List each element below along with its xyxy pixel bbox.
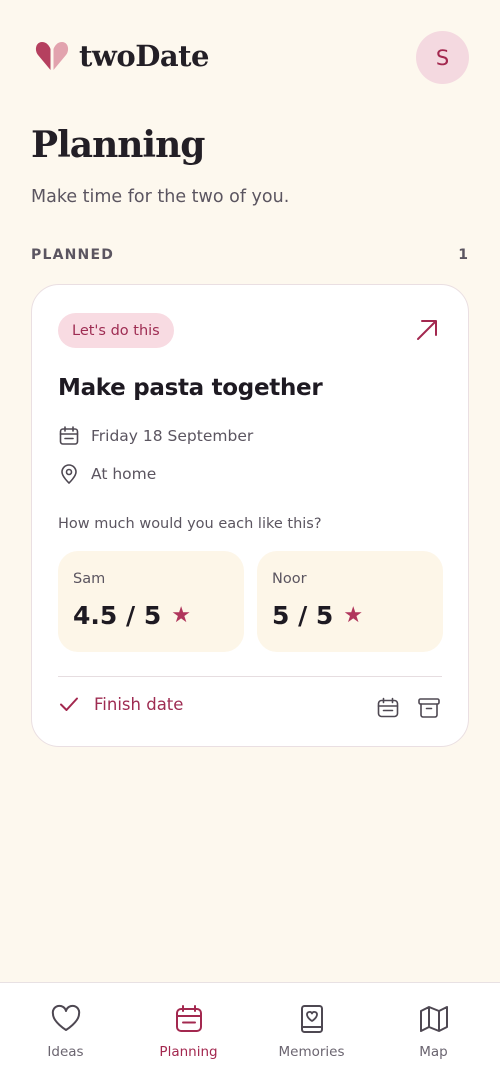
section-count: 1 <box>458 247 468 263</box>
nav-item-memories[interactable]: Memories <box>249 983 374 1082</box>
nav-item-planning[interactable]: Planning <box>126 983 251 1082</box>
location-row: At home <box>58 463 156 485</box>
heart-icon <box>51 1004 80 1031</box>
star-icon: ★ <box>171 603 191 628</box>
rating-name: Sam <box>73 571 106 587</box>
location-text: At home <box>91 465 157 483</box>
star-icon: ★ <box>343 603 364 628</box>
checkmark-icon <box>60 697 78 711</box>
calendar-icon <box>59 426 79 445</box>
page-title: Planning <box>31 124 205 166</box>
nav-label: Ideas <box>47 1044 84 1060</box>
user-avatar[interactable]: S <box>416 31 469 84</box>
rating-card-sam: Sam 4.5 / 5 ★ <box>58 551 244 652</box>
app-logo: twoDate <box>35 38 210 74</box>
rating-question: How much would you each like this? <box>58 516 322 532</box>
card-title: Make pasta together <box>58 375 323 401</box>
status-badge: Let's do this <box>58 313 174 348</box>
nav-item-map[interactable]: Map <box>371 983 496 1082</box>
rating-name: Noor <box>272 571 307 587</box>
date-row: Friday 18 September <box>58 425 253 447</box>
nav-item-ideas[interactable]: Ideas <box>3 983 128 1082</box>
calendar-icon <box>175 1005 202 1032</box>
arrow-up-right-icon[interactable] <box>414 317 440 343</box>
page-subtitle: Make time for the two of you. <box>31 187 290 207</box>
map-icon <box>419 1006 448 1032</box>
section-label: PLANNED <box>31 247 115 263</box>
nav-label: Map <box>419 1044 448 1060</box>
rating-value: 5 / 5 ★ <box>272 601 363 630</box>
date-text: Friday 18 September <box>91 427 254 445</box>
card-divider <box>58 676 442 677</box>
map-pin-icon <box>61 464 77 484</box>
app-name: twoDate <box>79 39 210 73</box>
reschedule-calendar-icon[interactable] <box>376 696 400 720</box>
rating-card-noor: Noor 5 / 5 ★ <box>257 551 443 652</box>
two-hearts-logo-icon <box>35 42 69 70</box>
book-heart-icon <box>300 1005 323 1033</box>
finish-date-button[interactable]: Finish date <box>58 693 183 715</box>
rating-score: 5 / 5 <box>272 601 334 630</box>
bottom-navigation: Ideas Planning Memories Map <box>0 982 500 1082</box>
archive-icon[interactable] <box>417 696 441 720</box>
nav-label: Planning <box>159 1044 218 1060</box>
planning-screen: twoDate S Planning Make time for the two… <box>0 0 500 1082</box>
finish-date-label: Finish date <box>94 694 184 714</box>
planned-date-card[interactable]: Let's do this Make pasta together Friday… <box>31 284 469 747</box>
app-header: twoDate S <box>0 0 500 110</box>
rating-value: 4.5 / 5 ★ <box>73 601 191 630</box>
nav-label: Memories <box>278 1044 345 1060</box>
rating-score: 4.5 / 5 <box>73 601 162 630</box>
